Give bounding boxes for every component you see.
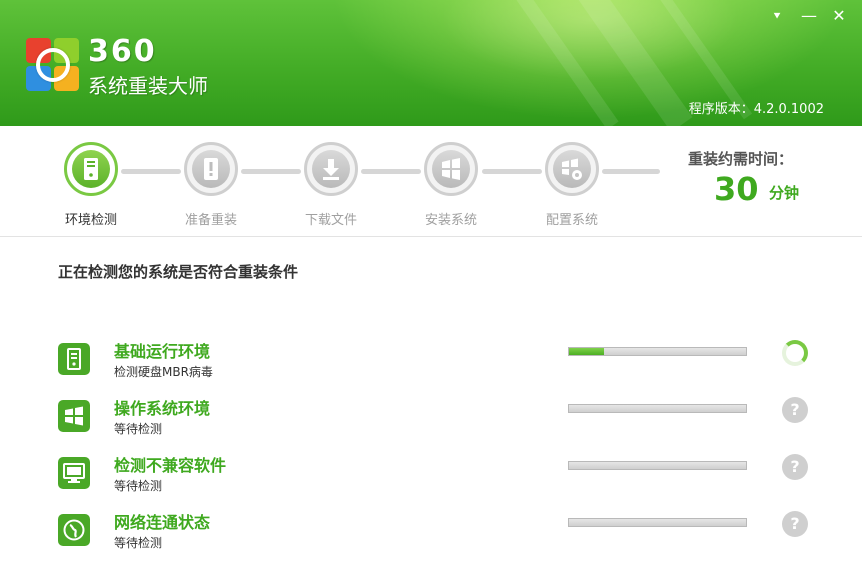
check-name: 网络连通状态	[114, 513, 211, 532]
check-status-text: 检测硬盘MBR病毒	[114, 365, 213, 379]
panel-title: 正在检测您的系统是否符合重装条件	[58, 263, 299, 281]
check-status-text: 等待检测	[114, 536, 163, 550]
check-name: 操作系统环境	[114, 399, 211, 418]
windows-gear-icon	[562, 158, 582, 180]
download-arrow-icon	[323, 159, 339, 180]
reinstall-time-unit: 分钟	[769, 184, 800, 202]
check-progress-bar	[568, 404, 747, 413]
computer-tower-icon	[84, 158, 98, 180]
check-item-incompatible-software: 检测不兼容软件 等待检测 ?	[0, 452, 862, 504]
check-status-text: 等待检测	[114, 422, 163, 436]
question-mark-icon: ?	[782, 454, 808, 480]
check-status-text: 等待检测	[114, 479, 163, 493]
version-label: 程序版本：4.2.0.1002	[688, 102, 824, 117]
check-progress-bar	[568, 347, 747, 356]
close-icon: ✕	[832, 6, 846, 25]
windows-logo-icon	[442, 158, 460, 180]
minimize-icon: —	[801, 6, 817, 25]
brand-number: 360	[88, 34, 157, 69]
step-download-files: 下载文件	[291, 142, 371, 232]
reinstall-time-label: 重装约需时间：	[688, 150, 794, 168]
step-label: 准备重装	[184, 213, 237, 228]
check-item-network-status: 网络连通状态 等待检测 ?	[0, 509, 862, 561]
check-item-basic-environment: 基础运行环境 检测硬盘MBR病毒	[0, 338, 862, 390]
check-name: 基础运行环境	[114, 342, 211, 361]
step-label: 下载文件	[304, 213, 357, 228]
progress-fill	[569, 348, 605, 355]
question-mark-icon: ?	[782, 511, 808, 537]
step-prepare-reinstall: 准备重装	[171, 142, 251, 232]
check-item-os-environment: 操作系统环境 等待检测 ?	[0, 395, 862, 447]
reinstall-time-value: 30	[714, 170, 759, 208]
close-button[interactable]: ✕	[828, 6, 850, 26]
step-label: 环境检测	[64, 213, 117, 228]
exclamation-box-icon	[204, 158, 218, 180]
app-logo-icon	[26, 38, 80, 92]
check-panel: 正在检测您的系统是否符合重装条件 基础运行环境 检测硬盘MBR病毒 操作系统环境…	[0, 237, 862, 550]
step-label: 配置系统	[545, 213, 598, 228]
title-bar: 360 系统重装大师 程序版本：4.2.0.1002 ⯆ — ✕	[0, 0, 862, 126]
windows-logo-icon	[65, 406, 83, 426]
check-progress-bar	[568, 461, 747, 470]
step-install-system: 安装系统	[411, 142, 491, 232]
step-label: 安装系统	[424, 213, 477, 228]
check-progress-bar	[568, 518, 747, 527]
computer-tower-icon	[67, 348, 81, 370]
menu-dropdown-button[interactable]: ⯆	[766, 6, 788, 26]
monitor-icon	[63, 463, 85, 483]
minimize-button[interactable]: —	[798, 6, 820, 26]
loading-spinner-icon	[782, 340, 808, 366]
check-name: 检测不兼容软件	[114, 456, 227, 475]
dropdown-triangle-icon: ⯆	[772, 9, 782, 23]
step-environment-check: 环境检测	[51, 142, 131, 232]
question-mark-icon: ?	[782, 397, 808, 423]
brand-name: 系统重装大师	[88, 74, 208, 98]
progress-steps: 环境检测 准备重装 下载文件 安装系统 配置系统 重装约需时间： 30 分钟	[0, 126, 862, 237]
step-configure-system: 配置系统	[532, 142, 612, 232]
globe-icon	[63, 519, 85, 541]
